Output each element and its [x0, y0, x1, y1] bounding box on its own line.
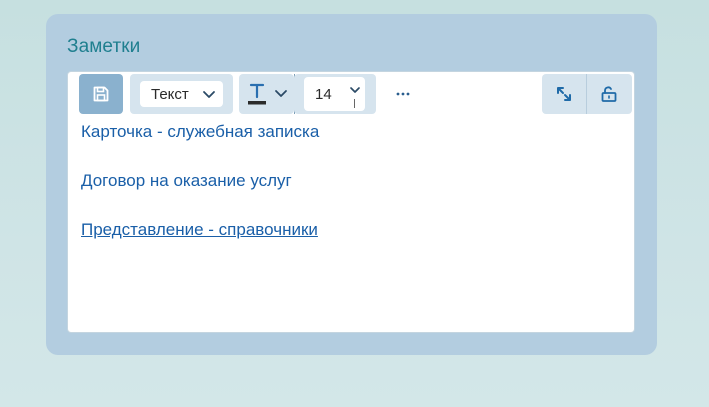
format-select-value: Текст [151, 86, 189, 103]
lock-toggle-button[interactable] [587, 74, 631, 114]
chevron-down-icon[interactable] [273, 86, 289, 102]
more-options-button[interactable] [386, 74, 420, 114]
font-size-select[interactable]: 14 [304, 77, 365, 111]
expand-icon [557, 87, 571, 101]
note-line[interactable]: Договор на оказание услуг [81, 171, 621, 191]
notes-content[interactable]: Карточка - служебная записка Договор на … [81, 122, 621, 269]
text-caret [354, 99, 355, 108]
notes-editor[interactable]: Текст 14 Карточка - служебная записка До… [67, 71, 635, 333]
notes-card: Заметки Текст 14 Карточка - служебная за… [46, 14, 657, 355]
font-size-value: 14 [315, 86, 332, 103]
expand-button[interactable] [542, 74, 586, 114]
editor-toolbar: Текст 14 [79, 74, 632, 114]
chevron-down-icon [203, 91, 215, 98]
text-color-button[interactable] [247, 82, 267, 106]
more-horizontal-icon [396, 92, 410, 96]
format-select[interactable]: Текст [140, 81, 223, 107]
text-color-icon [248, 83, 266, 105]
note-link[interactable]: Представление - справочники [81, 220, 621, 240]
format-group: Текст [130, 74, 233, 114]
card-title: Заметки [67, 36, 141, 57]
unlock-icon [601, 86, 617, 102]
note-line[interactable]: Карточка - служебная записка [81, 122, 621, 142]
chevron-down-icon [350, 87, 360, 93]
font-size-group: 14 [294, 74, 376, 114]
text-color-group [239, 74, 294, 114]
save-icon [93, 86, 109, 102]
save-button[interactable] [79, 74, 123, 114]
view-options-group [542, 74, 632, 114]
